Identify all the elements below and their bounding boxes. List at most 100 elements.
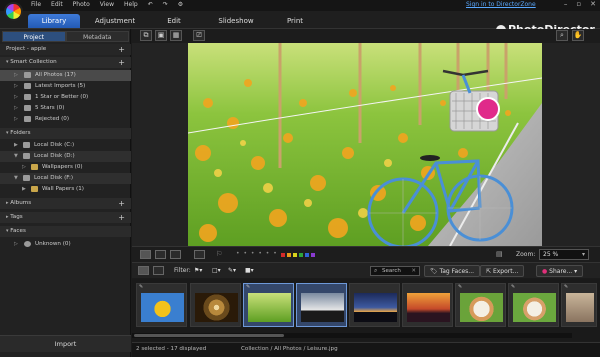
- zoom-select[interactable]: 25 % ▾: [539, 249, 589, 260]
- rating-filter-icon[interactable]: □▾: [212, 267, 221, 274]
- expand-icon[interactable]: ▸: [6, 200, 9, 206]
- clear-search-icon[interactable]: ✕: [411, 267, 416, 275]
- sign-in-link[interactable]: Sign in to DirectorZone: [466, 1, 536, 8]
- thumbnail-spiral[interactable]: [190, 283, 241, 327]
- color-label-purple[interactable]: [311, 253, 315, 257]
- expand-icon: ▷: [14, 241, 18, 247]
- hand-tool-icon[interactable]: ✋: [572, 30, 584, 41]
- thumbnail-scrollbar[interactable]: [132, 333, 572, 338]
- color-label-yellow[interactable]: [293, 253, 297, 257]
- color-label-green[interactable]: [299, 253, 303, 257]
- smart-collection-title: Smart Collection: [10, 59, 57, 65]
- color-label-blue[interactable]: [305, 253, 309, 257]
- folder-item-wall-papers[interactable]: ▶ Wall Papers (1): [0, 184, 131, 195]
- folder-item-wallpapers[interactable]: ▷ Wallpapers (0): [0, 162, 131, 173]
- drive-icon: [23, 142, 30, 148]
- smart-item-latest-imports[interactable]: ▷ Latest Imports (5): [0, 81, 131, 92]
- smart-item-all-photos[interactable]: ▷ All Photos (17): [0, 70, 131, 81]
- thumbnail-bicycle[interactable]: ✎: [243, 283, 294, 327]
- redo-icon[interactable]: ↷: [163, 1, 168, 8]
- folder-item-f[interactable]: ▼ Local Disk (F:): [0, 173, 131, 184]
- menu-photo[interactable]: Photo: [73, 1, 90, 8]
- grid-small-button[interactable]: [138, 266, 149, 275]
- selection-status: 2 selected - 17 displayed: [136, 346, 207, 352]
- collapse-icon[interactable]: ▾: [6, 59, 9, 65]
- left-panel: Project Metadata Project - apple + ▾ Sma…: [0, 29, 131, 357]
- single-view-icon[interactable]: ▣: [155, 30, 167, 41]
- thumbnail-cats[interactable]: ✎: [455, 283, 506, 327]
- expand-icon: ▷: [22, 164, 26, 170]
- undo-icon[interactable]: ↶: [148, 1, 153, 8]
- tab-library[interactable]: Library: [28, 14, 80, 28]
- histogram-icon[interactable]: ▤: [496, 250, 503, 258]
- smart-item-label: 1 Star or Better (0): [35, 94, 89, 100]
- color-label-orange[interactable]: [287, 253, 291, 257]
- skyline-image: [354, 293, 397, 322]
- people-icon[interactable]: [194, 250, 205, 259]
- tags-title: Tags: [10, 214, 23, 220]
- fullscreen-icon[interactable]: ⎚: [193, 30, 205, 41]
- albums-title: Albums: [10, 200, 32, 206]
- menu-file[interactable]: File: [31, 1, 41, 8]
- export-button[interactable]: ⇱ Export...: [480, 265, 525, 277]
- tab-slideshow[interactable]: Slideshow: [213, 14, 259, 28]
- thumbnail-partial[interactable]: ✎: [561, 283, 597, 327]
- add-tag-icon[interactable]: +: [118, 212, 125, 223]
- albums-header[interactable]: ▸ Albums +: [0, 198, 131, 209]
- maximize-icon[interactable]: ▫: [576, 0, 581, 8]
- folders-header[interactable]: ▾ Folders: [0, 128, 131, 139]
- close-icon[interactable]: ✕: [590, 0, 596, 8]
- search-input[interactable]: ⌕ Search ✕: [370, 266, 420, 276]
- menu-edit[interactable]: Edit: [51, 1, 63, 8]
- thumbnail-city[interactable]: [296, 283, 347, 327]
- partial-image: [566, 293, 594, 322]
- color-label-red[interactable]: [281, 253, 285, 257]
- smart-collection-header[interactable]: ▾ Smart Collection +: [0, 57, 131, 68]
- grid-list-button[interactable]: [153, 266, 164, 275]
- share-button[interactable]: ● Share... ▾: [536, 265, 584, 277]
- filmstrip-view-button[interactable]: [140, 250, 151, 259]
- smart-item-one-star[interactable]: ▷ 1 Star or Better (0): [0, 92, 131, 103]
- tag-faces-button[interactable]: 🏷 Tag Faces...: [424, 265, 481, 277]
- compare-view-icon[interactable]: ⧉: [140, 30, 152, 41]
- flag-filter-icon[interactable]: ⚑▾: [194, 267, 202, 274]
- add-project-icon[interactable]: +: [118, 44, 125, 55]
- gear-icon[interactable]: ⚙: [178, 1, 183, 8]
- tab-adjustment[interactable]: Adjustment: [87, 14, 143, 28]
- add-album-icon[interactable]: +: [118, 198, 125, 209]
- add-smart-collection-icon[interactable]: +: [118, 57, 125, 68]
- import-button[interactable]: Import: [0, 335, 131, 352]
- smart-item-rejected[interactable]: ▷ Rejected (0): [0, 114, 131, 125]
- collapse-icon[interactable]: ▾: [6, 228, 9, 234]
- star-rating-dots[interactable]: • • • • • •: [236, 250, 278, 257]
- tags-header[interactable]: ▸ Tags +: [0, 212, 131, 223]
- folder-item-c[interactable]: ▶ Local Disk (C:): [0, 140, 131, 151]
- menu-view[interactable]: View: [100, 1, 114, 8]
- zoom-tool-icon[interactable]: ⌕: [556, 30, 568, 41]
- menu-help[interactable]: Help: [124, 1, 138, 8]
- thumbnail-kitten[interactable]: ✎: [508, 283, 559, 327]
- thumbnail-sunset[interactable]: [402, 283, 453, 327]
- expand-icon[interactable]: ▸: [6, 214, 9, 220]
- tag-icon: 🏷: [430, 268, 438, 275]
- label-filter-icon[interactable]: ■▾: [245, 267, 254, 274]
- minimize-icon[interactable]: –: [564, 0, 568, 8]
- edit-filter-icon[interactable]: ✎▾: [228, 267, 236, 274]
- smart-item-five-stars[interactable]: ▷ 5 Stars (0): [0, 103, 131, 114]
- tab-project[interactable]: Project: [2, 31, 66, 42]
- thumbnail-skyline[interactable]: [349, 283, 400, 327]
- edited-icon: ✎: [564, 284, 569, 290]
- tab-edit[interactable]: Edit: [158, 14, 190, 28]
- faces-header[interactable]: ▾ Faces: [0, 226, 131, 237]
- flag-icon[interactable]: ⚐: [216, 250, 222, 258]
- grid-view-icon[interactable]: ▦: [170, 30, 182, 41]
- scrollbar-thumb[interactable]: [134, 334, 284, 337]
- list-view-button[interactable]: [155, 250, 166, 259]
- collapse-icon[interactable]: ▾: [6, 130, 9, 136]
- tab-metadata[interactable]: Metadata: [65, 31, 129, 42]
- thumbnail-sunflower[interactable]: ✎: [136, 283, 187, 327]
- face-item-unknown[interactable]: ▷ Unknown (0): [0, 239, 131, 250]
- thumbnail-view-button[interactable]: [170, 250, 181, 259]
- folder-item-d[interactable]: ▼ Local Disk (D:): [0, 151, 131, 162]
- tab-print[interactable]: Print: [280, 14, 310, 28]
